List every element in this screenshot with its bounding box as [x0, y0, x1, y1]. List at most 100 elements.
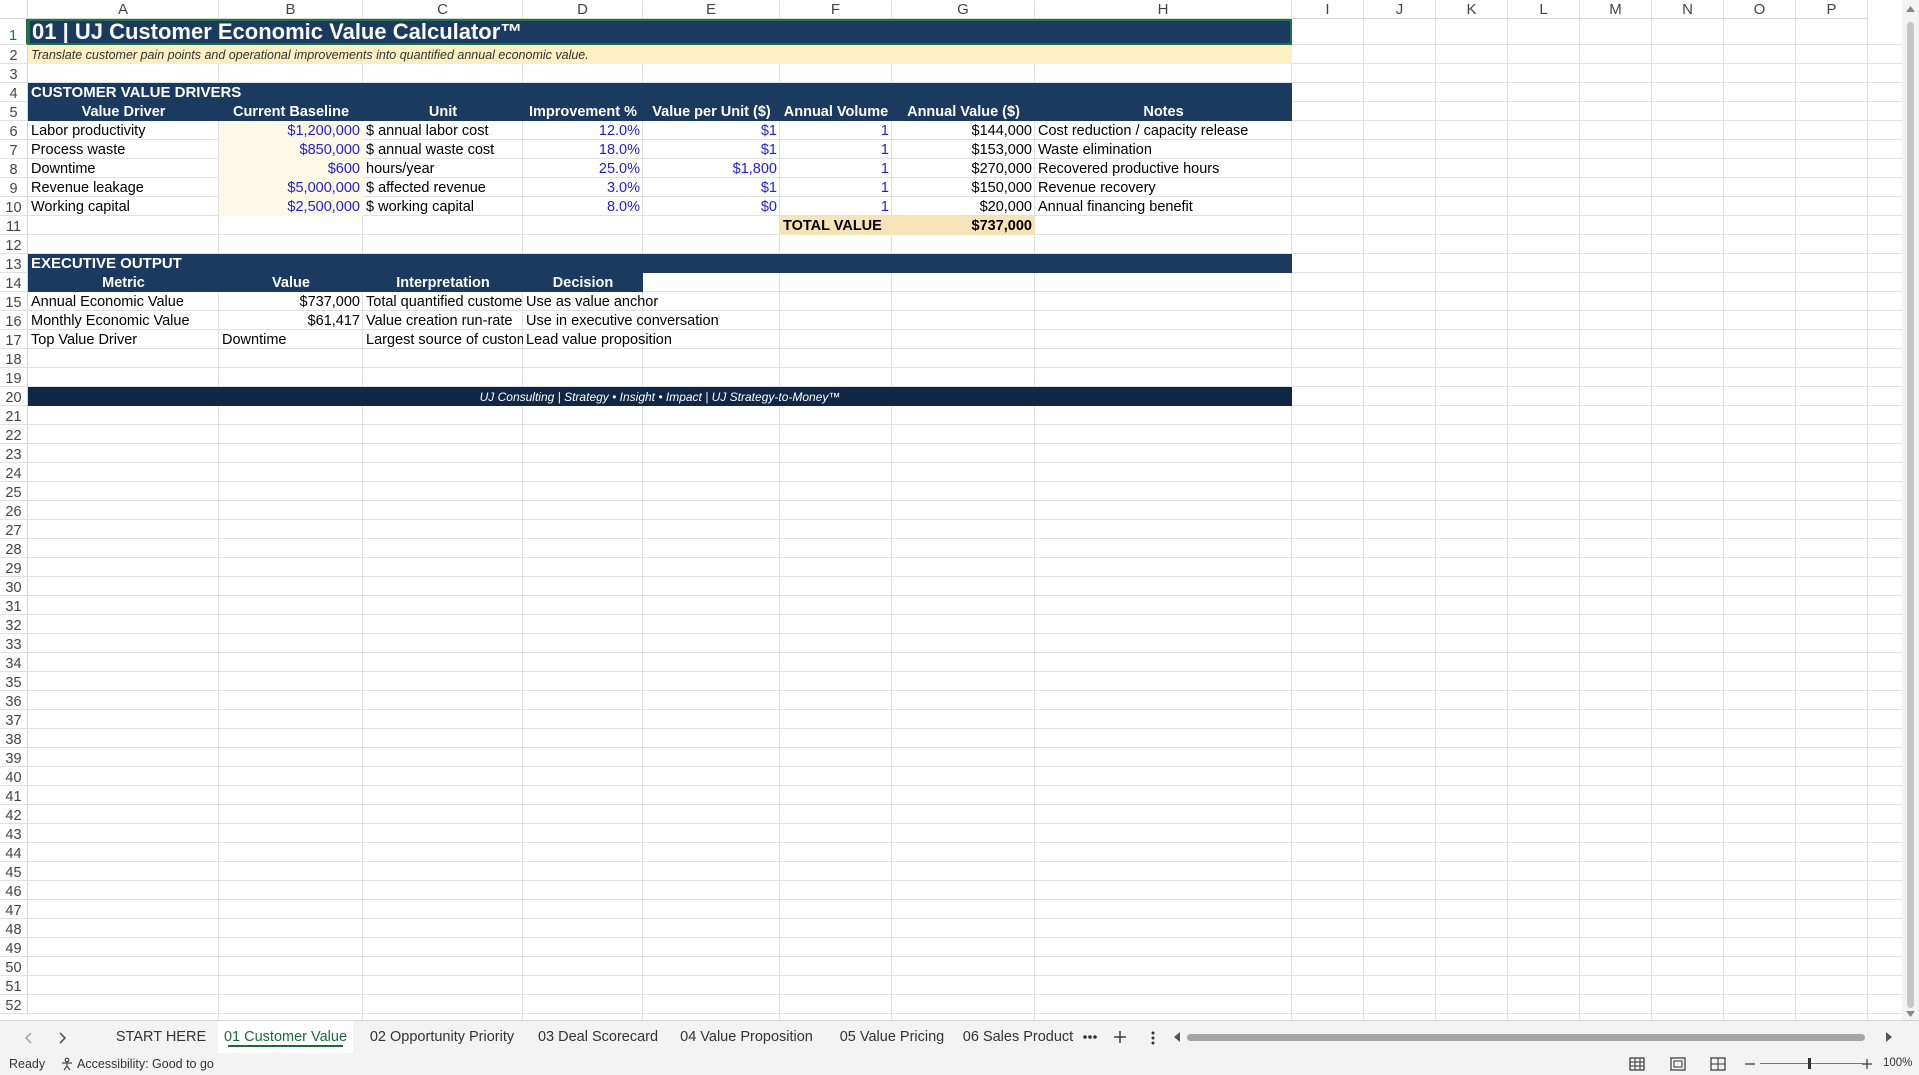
driver-row-1-col-7[interactable]: Cost reduction / capacity release [1035, 121, 1292, 140]
page-break-preview-icon[interactable] [1710, 1057, 1726, 1071]
accessibility-status[interactable]: Accessibility: Good to go [77, 1057, 214, 1071]
drivers-header-5[interactable]: Annual Volume [780, 102, 892, 121]
row-header-50[interactable]: 50 [0, 957, 28, 976]
row-header-13[interactable]: 13 [0, 254, 28, 273]
row-header-32[interactable]: 32 [0, 615, 28, 634]
row-header-16[interactable]: 16 [0, 311, 28, 330]
exec-row-2-col-3[interactable]: Use in executive conversation [523, 311, 780, 330]
row-header-38[interactable]: 38 [0, 729, 28, 748]
add-sheet-icon[interactable] [1113, 1030, 1127, 1044]
sheet-tab-5[interactable]: 04 Value Proposition [667, 1021, 826, 1053]
row-header-27[interactable]: 27 [0, 520, 28, 539]
row-header-7[interactable]: 7 [0, 140, 28, 159]
row-header-36[interactable]: 36 [0, 691, 28, 710]
accessibility-icon[interactable] [60, 1057, 74, 1071]
column-header-m[interactable]: M [1580, 0, 1652, 19]
driver-row-5-col-1[interactable]: $2,500,000 [219, 197, 363, 216]
row-header-49[interactable]: 49 [0, 938, 28, 957]
driver-row-3-col-3[interactable]: 25.0% [523, 159, 643, 178]
column-header-f[interactable]: F [780, 0, 892, 19]
driver-row-2-col-4[interactable]: $1 [643, 140, 780, 159]
row-header-41[interactable]: 41 [0, 786, 28, 805]
driver-row-3-col-6[interactable]: $270,000 [892, 159, 1035, 178]
row-header-19[interactable]: 19 [0, 368, 28, 387]
drivers-header-2[interactable]: Unit [363, 102, 523, 121]
driver-row-1-col-2[interactable]: $ annual labor cost [363, 121, 523, 140]
row-header-23[interactable]: 23 [0, 444, 28, 463]
row-header-3[interactable]: 3 [0, 64, 28, 83]
row-header-10[interactable]: 10 [0, 197, 28, 216]
column-header-c[interactable]: C [363, 0, 523, 19]
column-header-i[interactable]: I [1292, 0, 1364, 19]
driver-row-2-col-6[interactable]: $153,000 [892, 140, 1035, 159]
row-header-42[interactable]: 42 [0, 805, 28, 824]
page-layout-icon[interactable] [1670, 1057, 1686, 1071]
column-header-j[interactable]: J [1364, 0, 1436, 19]
sheet-tab-6[interactable]: 05 Value Pricing [828, 1021, 956, 1053]
driver-row-4-col-0[interactable]: Revenue leakage [28, 178, 219, 197]
exec-section-header[interactable]: EXECUTIVE OUTPUT [28, 254, 1292, 273]
column-header-n[interactable]: N [1652, 0, 1724, 19]
column-header-o[interactable]: O [1724, 0, 1796, 19]
exec-row-1-col-1[interactable]: $737,000 [219, 292, 363, 311]
row-header-17[interactable]: 17 [0, 330, 28, 349]
sheet-tab-2[interactable]: 01 Customer Value [218, 1021, 353, 1053]
driver-row-5-col-4[interactable]: $0 [643, 197, 780, 216]
prev-sheet-icon[interactable] [24, 1031, 34, 1045]
next-sheet-icon[interactable] [58, 1031, 68, 1045]
driver-row-2-col-7[interactable]: Waste elimination [1035, 140, 1292, 159]
row-header-52[interactable]: 52 [0, 995, 28, 1014]
driver-row-1-col-5[interactable]: 1 [780, 121, 892, 140]
exec-header-0[interactable]: Metric [28, 273, 219, 292]
sheet-tab-7[interactable]: 06 Sales Product [958, 1021, 1078, 1053]
zoom-out-icon[interactable] [1745, 1063, 1755, 1065]
total-value-label[interactable]: TOTAL VALUE [780, 216, 892, 235]
driver-row-1-col-1[interactable]: $1,200,000 [219, 121, 363, 140]
row-header-6[interactable]: 6 [0, 121, 28, 140]
driver-row-4-col-2[interactable]: $ affected revenue [363, 178, 523, 197]
row-header-8[interactable]: 8 [0, 159, 28, 178]
hscroll-left-icon[interactable] [1172, 1031, 1182, 1043]
row-header-1[interactable]: 1 [0, 19, 28, 45]
row-header-31[interactable]: 31 [0, 596, 28, 615]
driver-row-2-col-3[interactable]: 18.0% [523, 140, 643, 159]
row-header-24[interactable]: 24 [0, 463, 28, 482]
subtitle-cell[interactable]: Translate customer pain points and opera… [28, 45, 1292, 64]
row-header-21[interactable]: 21 [0, 406, 28, 425]
row-header-40[interactable]: 40 [0, 767, 28, 786]
exec-header-1[interactable]: Value [219, 273, 363, 292]
driver-row-1-col-0[interactable]: Labor productivity [28, 121, 219, 140]
exec-row-3-col-1[interactable]: Downtime [219, 330, 363, 349]
row-header-15[interactable]: 15 [0, 292, 28, 311]
row-header-14[interactable]: 14 [0, 273, 28, 292]
row-header-4[interactable]: 4 [0, 83, 28, 102]
row-header-39[interactable]: 39 [0, 748, 28, 767]
driver-row-4-col-1[interactable]: $5,000,000 [219, 178, 363, 197]
driver-row-5-col-7[interactable]: Annual financing benefit [1035, 197, 1292, 216]
driver-row-1-col-3[interactable]: 12.0% [523, 121, 643, 140]
driver-row-5-col-0[interactable]: Working capital [28, 197, 219, 216]
zoom-level[interactable]: 100% [1883, 1057, 1912, 1069]
driver-row-4-col-4[interactable]: $1 [643, 178, 780, 197]
column-header-e[interactable]: E [643, 0, 780, 19]
drivers-header-7[interactable]: Notes [1035, 102, 1292, 121]
driver-row-4-col-3[interactable]: 3.0% [523, 178, 643, 197]
row-header-20[interactable]: 20 [0, 387, 28, 406]
row-header-28[interactable]: 28 [0, 539, 28, 558]
column-header-p[interactable]: P [1796, 0, 1868, 19]
driver-row-3-col-1[interactable]: $600 [219, 159, 363, 178]
column-header-h[interactable]: H [1035, 0, 1292, 19]
hscroll-right-icon[interactable] [1884, 1031, 1894, 1043]
driver-row-2-col-1[interactable]: $850,000 [219, 140, 363, 159]
row-header-48[interactable]: 48 [0, 919, 28, 938]
driver-row-5-col-5[interactable]: 1 [780, 197, 892, 216]
exec-header-3[interactable]: Decision [523, 273, 643, 292]
drivers-header-3[interactable]: Improvement % [523, 102, 643, 121]
driver-row-1-col-6[interactable]: $144,000 [892, 121, 1035, 140]
drivers-section-header[interactable]: CUSTOMER VALUE DRIVERS [28, 83, 1292, 102]
driver-row-3-col-7[interactable]: Recovered productive hours [1035, 159, 1292, 178]
row-header-33[interactable]: 33 [0, 634, 28, 653]
driver-row-4-col-5[interactable]: 1 [780, 178, 892, 197]
more-sheets-icon[interactable] [1082, 1034, 1098, 1040]
column-header-d[interactable]: D [523, 0, 643, 19]
